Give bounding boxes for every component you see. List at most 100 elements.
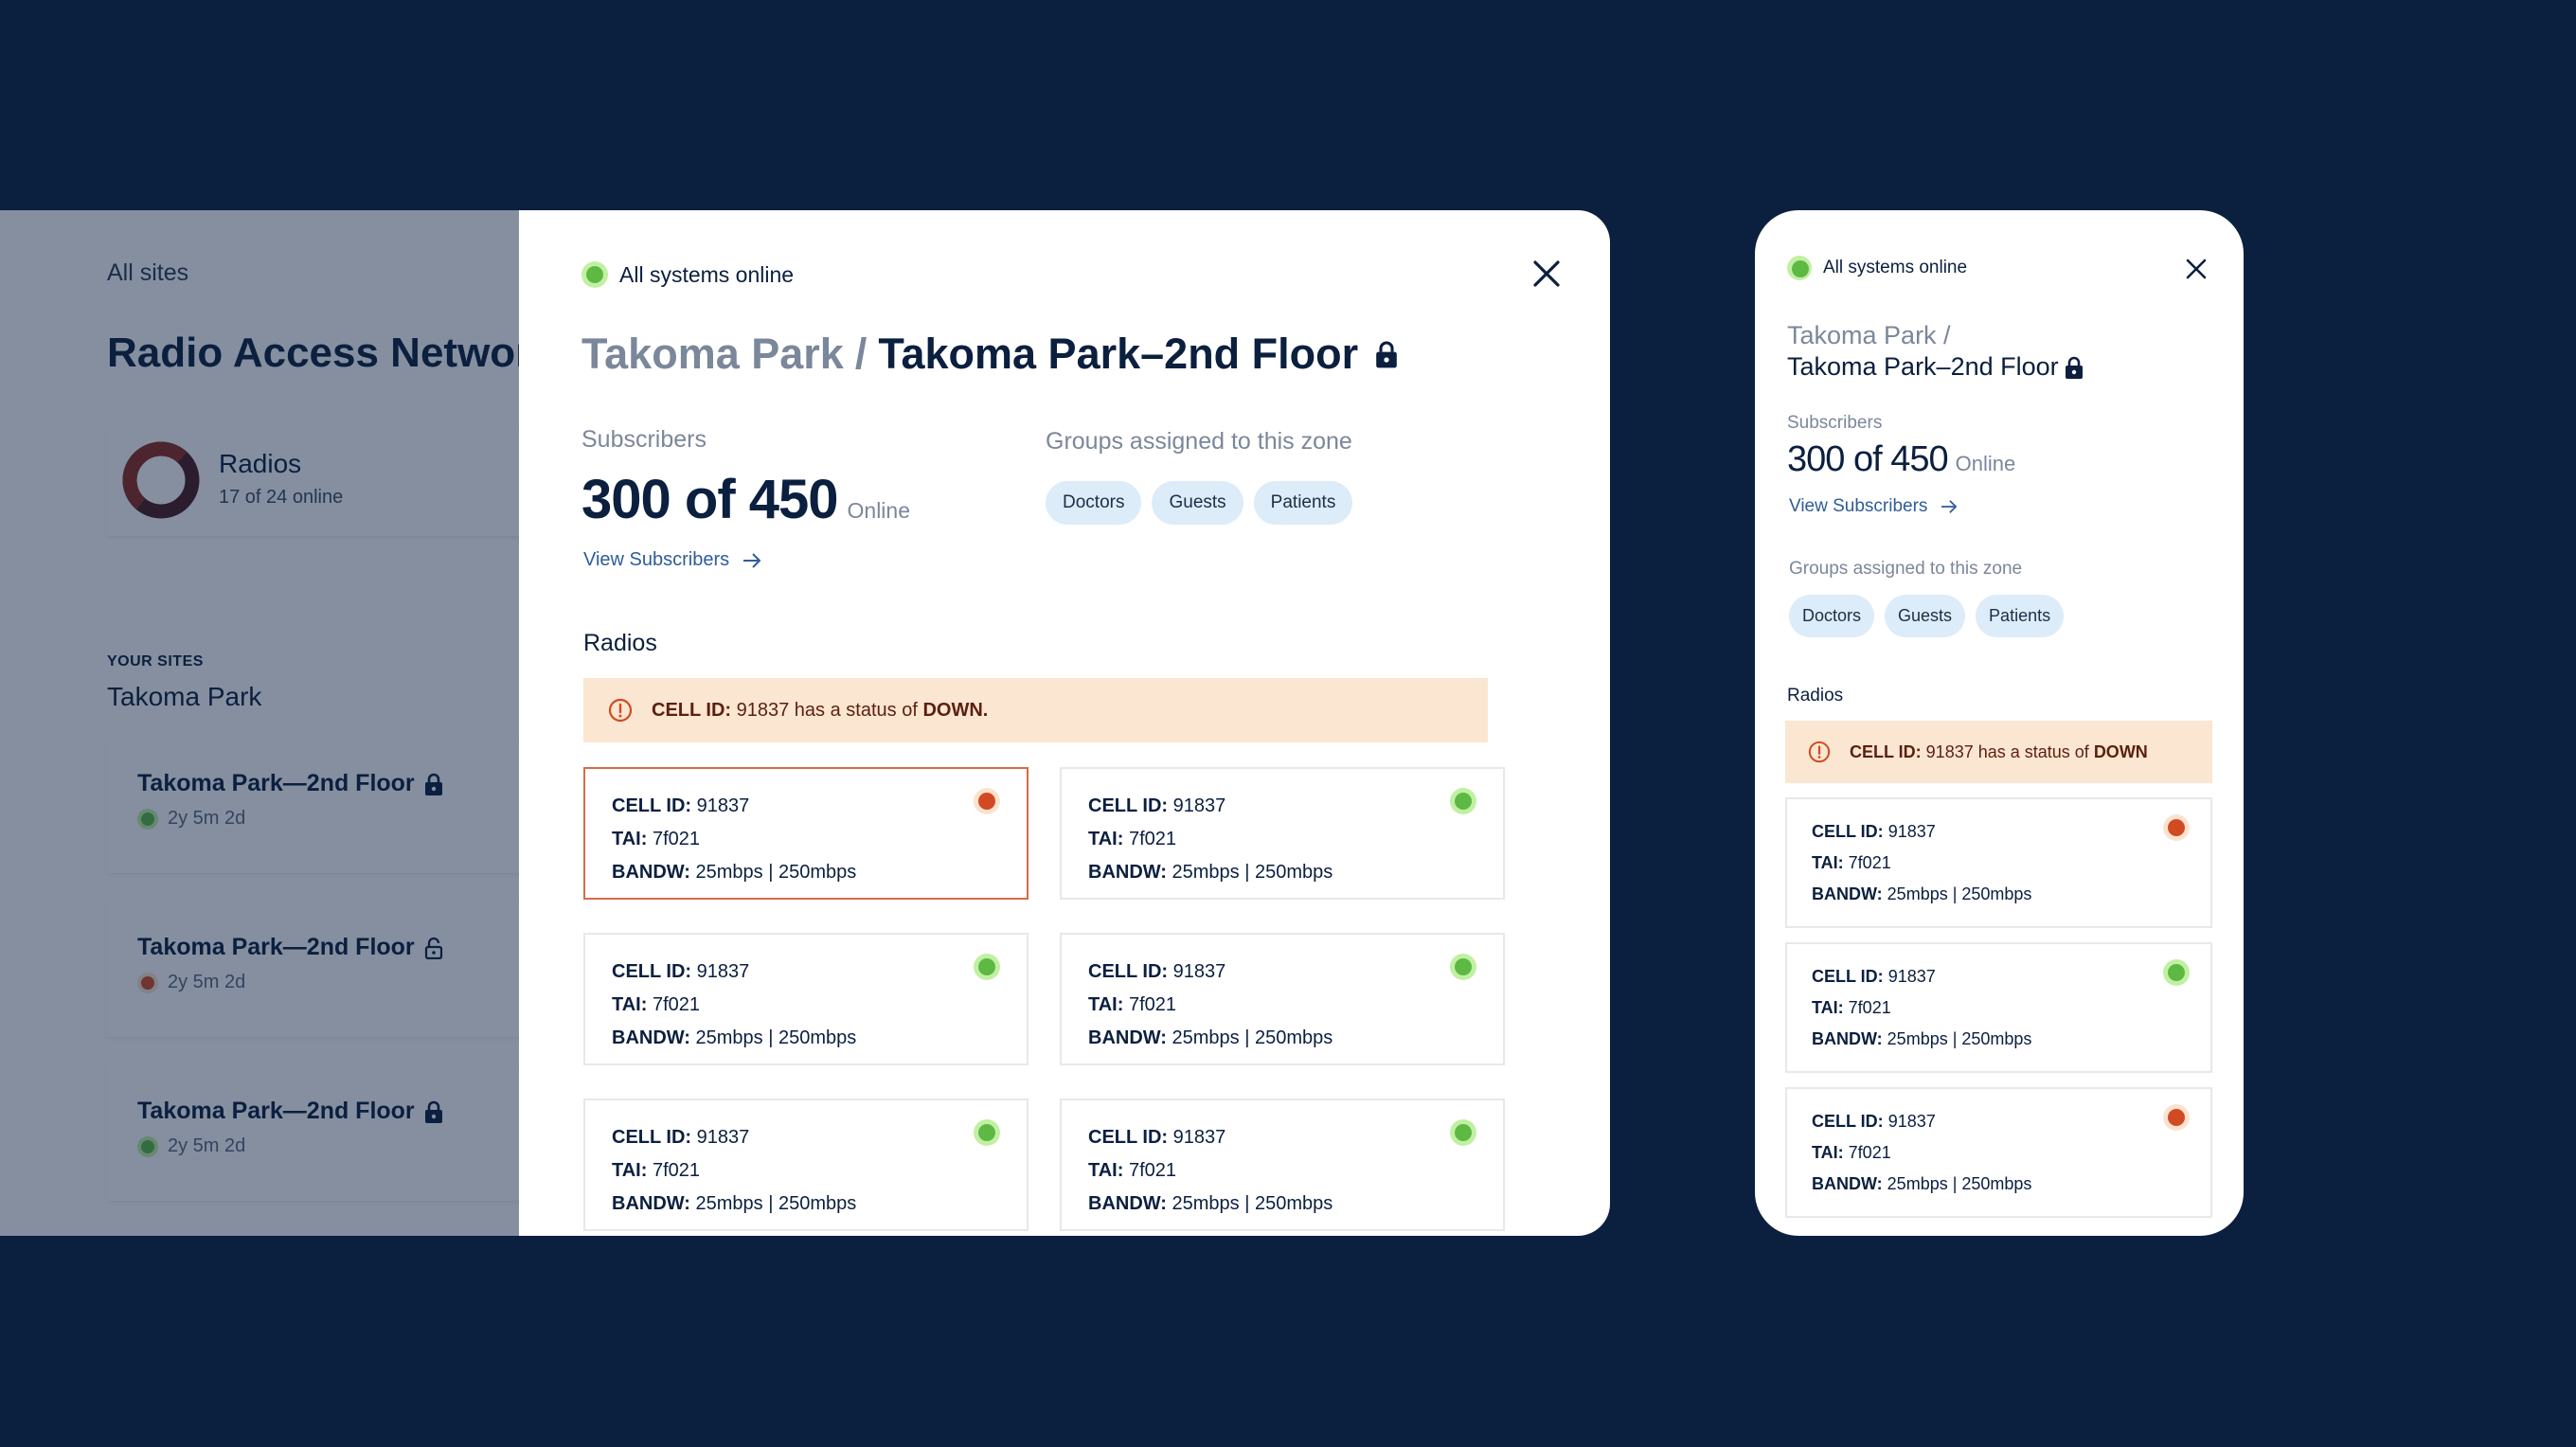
- view-subscribers-link[interactable]: View Subscribers: [583, 549, 761, 571]
- radio-cell-id: CELL ID: 91837: [1088, 1121, 1476, 1154]
- alert-label: CELL ID:: [1850, 741, 1922, 761]
- radios-section-title: Radios: [1787, 686, 1844, 706]
- view-subscribers-link[interactable]: View Subscribers: [1789, 496, 1958, 517]
- radio-bandwidth: BANDW: 25mbps | 250mbps: [1088, 1022, 1476, 1055]
- radio-tai-value: 7f021: [1848, 998, 1891, 1017]
- arrow-right-icon: [743, 552, 761, 568]
- close-icon[interactable]: [2185, 258, 2208, 280]
- status-down-icon: [137, 972, 158, 993]
- group-chips: Doctors Guests Patients: [1789, 595, 2065, 637]
- alert-text: 91837 has a status of: [731, 699, 923, 721]
- group-chip-patients[interactable]: Patients: [1976, 595, 2065, 637]
- radios-summary-subtitle: 17 of 24 online: [219, 487, 344, 508]
- site-card[interactable]: Takoma Park—2nd Floor 2y 5m 2d: [107, 1065, 519, 1201]
- radio-tai-label: TAI:: [1812, 853, 1844, 872]
- radio-card[interactable]: CELL ID: 91837 TAI: 7f021 BANDW: 25mbps | …: [583, 1099, 1029, 1231]
- radio-tai: TAI: 7f021: [612, 1154, 1000, 1188]
- radio-tai: TAI: 7f021: [1812, 848, 2186, 879]
- radio-cell-id-label: CELL ID:: [1088, 961, 1169, 982]
- radios-section-title: Radios: [583, 630, 657, 656]
- system-status-text: All systems online: [1823, 258, 1968, 277]
- site-card[interactable]: Takoma Park—2nd Floor 2y 5m 2d: [107, 738, 519, 873]
- radio-cell-id-label: CELL ID:: [612, 961, 692, 982]
- radio-bandwidth-value: 25mbps | 250mbps: [1172, 1193, 1333, 1214]
- group-chip-guests[interactable]: Guests: [1885, 595, 1966, 637]
- group-chips: Doctors Guests Patients: [1046, 481, 1353, 525]
- radio-tai: TAI: 7f021: [1812, 1137, 2186, 1169]
- page-title: Radio Access Network: [107, 330, 519, 376]
- radio-bandwidth: BANDW: 25mbps | 250mbps: [612, 1022, 1000, 1055]
- radio-list: CELL ID: 91837 TAI: 7f021 BANDW: 25mbps | …: [1785, 797, 2212, 1218]
- radio-card[interactable]: CELL ID: 91837 TAI: 7f021 BANDW: 25mbps | …: [1785, 1087, 2212, 1218]
- radio-cell-id-label: CELL ID:: [1812, 967, 1884, 986]
- radio-cell-id-label: CELL ID:: [1812, 1112, 1884, 1131]
- close-icon[interactable]: [1530, 258, 1563, 290]
- radio-cell-id-value: 91837: [696, 1127, 750, 1148]
- radio-tai-value: 7f021: [652, 994, 701, 1015]
- status-down-icon: [2163, 814, 2190, 841]
- radio-bandwidth-value: 25mbps | 250mbps: [1172, 1027, 1333, 1048]
- breadcrumb-parent[interactable]: Takoma Park /: [1787, 320, 2084, 351]
- group-chip-doctors[interactable]: Doctors: [1789, 595, 1875, 637]
- radio-cell-id-value: 91837: [1887, 822, 1936, 841]
- radio-cell-id-value: 91837: [696, 795, 750, 816]
- radio-bandwidth: BANDW: 25mbps | 250mbps: [1812, 1024, 2186, 1055]
- breadcrumb-parent[interactable]: Takoma Park: [581, 330, 844, 379]
- radio-tai-value: 7f021: [1128, 994, 1177, 1015]
- radio-down-alert: CELL ID: 91837 has a status of DOWN: [1785, 721, 2212, 783]
- status-online-icon: [2163, 959, 2190, 986]
- your-sites-title: Takoma Park: [107, 682, 262, 711]
- site-uptime: 2y 5m 2d: [168, 972, 246, 992]
- zone-title: Takoma Park–2nd Floor: [878, 330, 1359, 378]
- lock-icon: [2065, 356, 2083, 379]
- radio-grid: CELL ID: 91837 TAI: 7f021 BANDW: 25mbps | …: [583, 767, 1505, 1231]
- radio-card[interactable]: CELL ID: 91837 TAI: 7f021 BANDW: 25mbps | …: [1060, 1099, 1505, 1231]
- radio-bandwidth-label: BANDW:: [1088, 1193, 1167, 1214]
- radio-bandwidth: BANDW: 25mbps | 250mbps: [612, 856, 1000, 889]
- groups-label: Groups assigned to this zone: [1789, 559, 2023, 579]
- radio-bandwidth-value: 25mbps | 250mbps: [1172, 862, 1333, 883]
- radio-card[interactable]: CELL ID: 91837 TAI: 7f021 BANDW: 25mbps | …: [1060, 933, 1505, 1065]
- radio-bandwidth-label: BANDW:: [1088, 862, 1167, 883]
- group-chip-doctors[interactable]: Doctors: [1046, 481, 1142, 525]
- zone-title: Takoma Park–2nd Floor: [1787, 352, 2059, 381]
- radio-bandwidth-label: BANDW:: [1088, 1027, 1167, 1048]
- subscribers-value: 300 of 450: [1787, 439, 1949, 479]
- radios-summary-title: Radios: [219, 449, 302, 478]
- status-down-icon: [2163, 1104, 2190, 1131]
- group-chip-guests[interactable]: Guests: [1152, 481, 1243, 525]
- breadcrumb-all-sites[interactable]: All sites: [107, 259, 188, 287]
- radios-summary-card[interactable]: Radios 17 of 24 online: [107, 426, 519, 536]
- group-chip-patients[interactable]: Patients: [1253, 481, 1353, 525]
- radio-cell-id: CELL ID: 91837: [1088, 956, 1476, 989]
- radios-donut-chart: [122, 441, 200, 519]
- radio-bandwidth-value: 25mbps | 250mbps: [1887, 1029, 2032, 1048]
- groups-label: Groups assigned to this zone: [1046, 428, 1352, 455]
- radio-bandwidth-label: BANDW:: [1812, 1174, 1883, 1193]
- radio-bandwidth-value: 25mbps | 250mbps: [1887, 1174, 2032, 1193]
- radio-card[interactable]: CELL ID: 91837 TAI: 7f021 BANDW: 25mbps | …: [583, 933, 1029, 1065]
- radio-cell-id-value: 91837: [1887, 967, 1936, 986]
- site-card[interactable]: Takoma Park—2nd Floor 2y 5m 2d: [107, 902, 519, 1037]
- radio-bandwidth: BANDW: 25mbps | 250mbps: [1088, 856, 1476, 889]
- view-subscribers-label: View Subscribers: [1789, 496, 1928, 516]
- radio-card[interactable]: CELL ID: 91837 TAI: 7f021 BANDW: 25mbps | …: [1785, 797, 2212, 928]
- radio-bandwidth-label: BANDW:: [1812, 1029, 1883, 1048]
- radio-card[interactable]: CELL ID: 91837 TAI: 7f021 BANDW: 25mbps | …: [1785, 942, 2212, 1073]
- site-uptime: 2y 5m 2d: [168, 1135, 246, 1156]
- radio-card[interactable]: CELL ID: 91837 TAI: 7f021 BANDW: 25mbps | …: [583, 767, 1029, 900]
- radio-cell-id: CELL ID: 91837: [1812, 816, 2186, 848]
- subscribers-count: 300 of 450 Online: [1787, 439, 2015, 480]
- unlock-icon: [424, 937, 442, 959]
- radio-tai-value: 7f021: [1848, 853, 1891, 872]
- system-status: All systems online: [1787, 256, 1967, 280]
- radio-tai: TAI: 7f021: [1812, 992, 2186, 1024]
- radio-bandwidth-value: 25mbps | 250mbps: [695, 1027, 857, 1048]
- lock-icon: [424, 1100, 442, 1123]
- breadcrumb-separator: /: [854, 330, 868, 378]
- radio-bandwidth-label: BANDW:: [612, 1027, 690, 1048]
- radio-card[interactable]: CELL ID: 91837 TAI: 7f021 BANDW: 25mbps | …: [1060, 767, 1505, 900]
- status-down-icon: [974, 788, 1000, 814]
- radio-tai: TAI: 7f021: [1088, 1154, 1476, 1188]
- radio-tai: TAI: 7f021: [612, 989, 1000, 1022]
